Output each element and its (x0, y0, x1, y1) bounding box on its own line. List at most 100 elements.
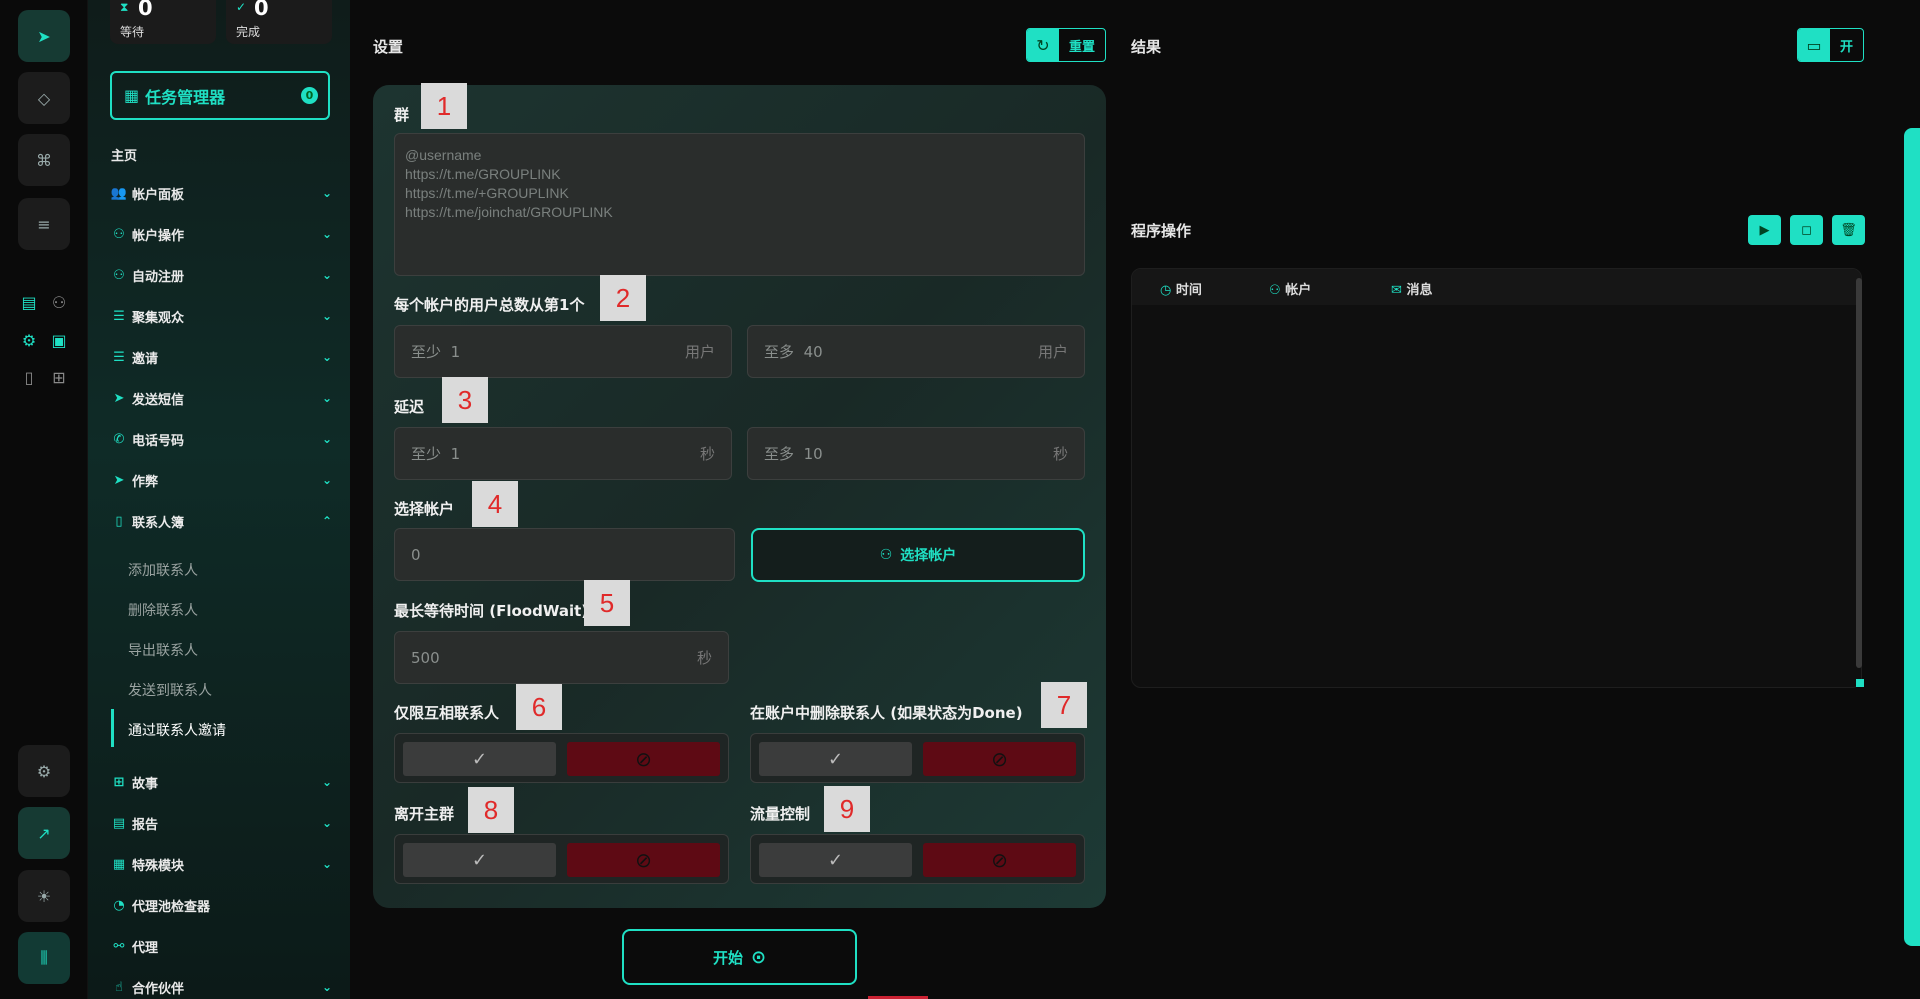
group-label: 群 (394, 106, 410, 124)
phone-icon: ✆ (113, 431, 125, 447)
report-icon: ▤ (112, 815, 126, 831)
users-max-input[interactable]: 至多 40 用户 (747, 325, 1085, 378)
clear-log-button[interactable]: 🗑 (1832, 215, 1865, 245)
sub-item-delete-contacts[interactable]: 删除联系人 (128, 600, 198, 620)
disable-button[interactable]: ⊘ (923, 843, 1076, 877)
gauge-icon: ◔ (113, 897, 125, 913)
users-min-input[interactable]: 至少 1 用户 (394, 325, 732, 378)
stop-icon: ◻ (1801, 222, 1812, 238)
select-account-button[interactable]: ⚇ 选择帐户 (751, 528, 1085, 582)
contacts-book-icon: ▯ (115, 513, 123, 529)
server-icon[interactable]: ▤ (18, 291, 40, 313)
stat-done: ✓ 0 完成 (226, 0, 332, 44)
disable-button[interactable]: ⊘ (567, 843, 720, 877)
sidebar-item-proxy-pool-checker[interactable]: ◔ 代理池检查器 (110, 894, 334, 916)
disable-button[interactable]: ⊘ (923, 742, 1076, 776)
flow-control-toggle: ✓ ⊘ (750, 834, 1085, 884)
user-pin-icon[interactable]: ⚇ (48, 291, 70, 313)
sliders-icon[interactable]: ⫼ (18, 932, 70, 984)
sidebar-item-gather-audience[interactable]: ☰ 聚集观众 ⌄ (110, 305, 334, 327)
user-icon: ⚇ (879, 547, 893, 563)
sidebar-item-contacts[interactable]: ▯ 联系人簿 ⌃ (110, 510, 334, 532)
play-icon: ▶ (1759, 222, 1770, 238)
database-icon[interactable]: ≡ (18, 198, 70, 250)
sidebar-item-phone-number[interactable]: ✆ 电话号码 ⌄ (110, 428, 334, 450)
enable-button[interactable]: ✓ (759, 742, 912, 776)
refresh-icon: ↻ (1027, 29, 1059, 61)
flow-control-label: 流量控制 (750, 805, 811, 823)
settings-icon[interactable]: ⚙ (18, 745, 70, 797)
reset-button[interactable]: ↻ 重置 (1026, 28, 1107, 62)
floodwait-label: 最长等待时间 (FloodWait) (394, 602, 589, 620)
open-folder-button[interactable]: ▭ 开 (1797, 28, 1865, 62)
chevron-down-icon: ⌄ (321, 268, 332, 282)
enable-button[interactable]: ✓ (403, 742, 556, 776)
diamond-icon[interactable]: ◇ (18, 72, 70, 124)
group-textarea[interactable]: @username https://t.me/GROUPLINK https:/… (394, 133, 1085, 276)
delay-label: 延迟 (394, 398, 425, 416)
sidebar-item-cheat[interactable]: ➤ 作弊 ⌄ (110, 469, 334, 491)
plus-square-icon: ⊞ (113, 774, 125, 790)
grid-icon[interactable]: ⊞ (48, 366, 70, 388)
command-icon[interactable]: ⌘ (18, 134, 70, 186)
sidebar-item-partners[interactable]: ☝ 合作伙伴 ⌄ (110, 976, 334, 998)
chevron-down-icon: ⌄ (321, 186, 332, 200)
sidebar-item-auto-register[interactable]: ⚇ 自动注册 ⌄ (110, 264, 334, 286)
start-button[interactable]: 开始 ⊙ (622, 929, 857, 985)
users-per-account-label: 每个帐户的用户总数从第1个 (394, 296, 585, 314)
document-icon[interactable]: ▯ (18, 366, 40, 388)
delay-min-input[interactable]: 至少 1 秒 (394, 427, 732, 480)
external-link-icon[interactable]: ↗ (18, 807, 70, 859)
enable-button[interactable]: ✓ (759, 843, 912, 877)
delay-max-input[interactable]: 至多 10 秒 (747, 427, 1085, 480)
send-icon[interactable]: ➤ (18, 10, 70, 62)
disable-button[interactable]: ⊘ (567, 742, 720, 776)
delete-contacts-toggle: ✓ ⊘ (750, 733, 1085, 783)
sidebar-item-stories[interactable]: ⊞ 故事 ⌄ (110, 771, 334, 793)
user-icon: ⚇ (113, 226, 125, 242)
gear-icon[interactable]: ⚙ (18, 329, 40, 351)
ban-icon: ⊘ (635, 848, 652, 872)
sub-item-invite-via-contacts[interactable]: 通过联系人邀请 (128, 720, 226, 740)
delete-contacts-label: 在账户中删除联系人 (如果状态为Done) (750, 704, 1023, 722)
sidebar-item-account-ops[interactable]: ⚇ 帐户操作 ⌄ (110, 223, 334, 245)
tasks-icon: ▦ (124, 86, 140, 105)
mutual-contacts-label: 仅限互相联系人 (394, 704, 500, 722)
sidebar-section-home: 主页 (111, 149, 138, 164)
ban-icon: ⊘ (635, 747, 652, 771)
chevron-down-icon: ⌄ (321, 432, 332, 446)
sidebar-item-send-sms[interactable]: ➤ 发送短信 ⌄ (110, 387, 334, 409)
sidebar-item-reports[interactable]: ▤ 报告 ⌄ (110, 812, 334, 834)
sidebar: ⧗ 0 等待 ✓ 0 完成 ▦ 任务管理器 0 主页 👥 帐户面板 ⌄ ⚇ 帐户操作 ⌄… (88, 0, 350, 999)
trash-icon: 🗑 (1840, 222, 1857, 238)
account-count-input[interactable]: 0 (394, 528, 735, 581)
user-add-icon: ☰ (113, 349, 125, 365)
window-icon[interactable]: ▣ (48, 329, 70, 351)
sub-item-add-contacts[interactable]: 添加联系人 (128, 560, 198, 580)
play-button[interactable]: ▶ (1748, 215, 1781, 245)
stat-waiting: ⧗ 0 等待 (110, 0, 216, 44)
log-table: ◷ 时间 ⚇ 帐户 ✉ 消息 (1131, 268, 1862, 688)
sub-item-export-contacts[interactable]: 导出联系人 (128, 640, 198, 660)
annotation-6: 6 (516, 684, 562, 730)
sub-item-send-to-contacts[interactable]: 发送到联系人 (128, 680, 212, 700)
folder-icon: ▭ (1798, 29, 1830, 61)
sun-icon[interactable]: ☀ (18, 870, 70, 922)
ban-icon: ⊘ (991, 848, 1008, 872)
log-scrollbar[interactable] (1856, 278, 1862, 668)
floodwait-input[interactable]: 500 秒 (394, 631, 729, 684)
sidebar-item-invite[interactable]: ☰ 邀请 ⌄ (110, 346, 334, 368)
resize-handle[interactable] (1856, 679, 1864, 687)
sidebar-item-proxy[interactable]: ⚯ 代理 (110, 935, 334, 957)
play-circle-icon: ⊙ (750, 946, 767, 968)
page-scrollbar[interactable] (1904, 128, 1920, 946)
chevron-down-icon: ⌄ (321, 857, 332, 871)
sidebar-item-account-panel[interactable]: 👥 帐户面板 ⌄ (110, 182, 334, 204)
ban-icon: ⊘ (991, 747, 1008, 771)
stop-button[interactable]: ◻ (1790, 215, 1823, 245)
annotation-2: 2 (600, 275, 646, 321)
check-icon: ✓ (827, 849, 844, 871)
sidebar-item-special-modules[interactable]: ▦ 特殊模块 ⌄ (110, 853, 334, 875)
task-manager-button[interactable]: ▦ 任务管理器 0 (110, 71, 330, 120)
enable-button[interactable]: ✓ (403, 843, 556, 877)
